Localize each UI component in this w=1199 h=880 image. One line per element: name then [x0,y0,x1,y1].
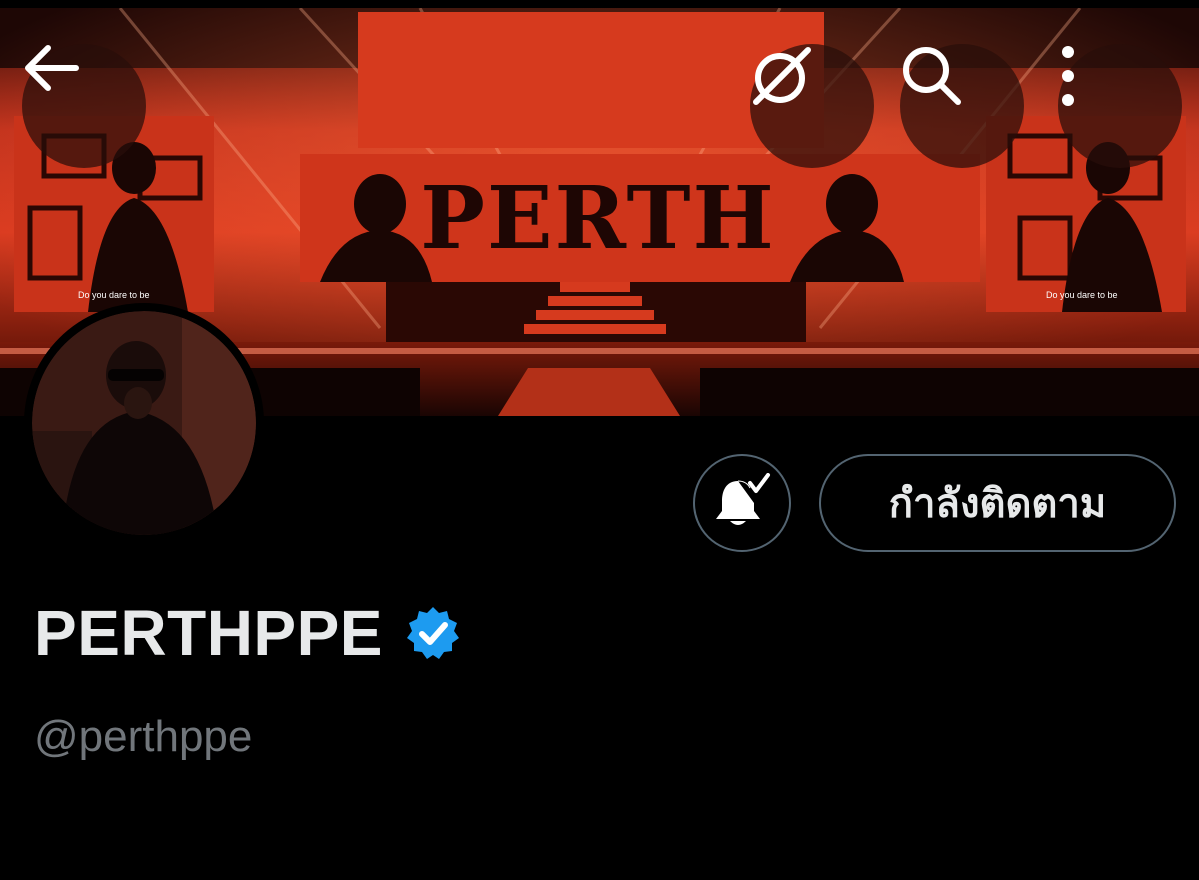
notifications-button[interactable] [693,454,791,552]
grok-icon [753,47,811,105]
arrow-left-icon [25,45,79,91]
avatar-image [32,311,256,535]
display-name: PERTHPPE [34,597,383,669]
verified-badge-icon[interactable] [405,605,461,661]
profile-page: PERTH Do you dare to be Do you dare to b… [0,0,1199,880]
banner-logo-text: PERTH [420,168,775,269]
banner-caption-right: Do you dare to be [1046,290,1118,300]
banner-caption-left: Do you dare to be [78,290,150,300]
search-button[interactable] [900,44,1024,168]
grok-button[interactable] [750,44,874,168]
more-vertical-icon [1062,46,1074,106]
profile-handle: @perthppe [34,712,253,761]
following-button[interactable]: กำลังติดตาม [819,454,1176,552]
search-icon [903,47,961,105]
more-options-button[interactable] [1058,44,1182,168]
bell-check-icon [716,473,770,525]
profile-name-row: PERTHPPE [34,596,461,670]
profile-avatar[interactable] [24,303,264,543]
back-button[interactable] [22,44,146,168]
